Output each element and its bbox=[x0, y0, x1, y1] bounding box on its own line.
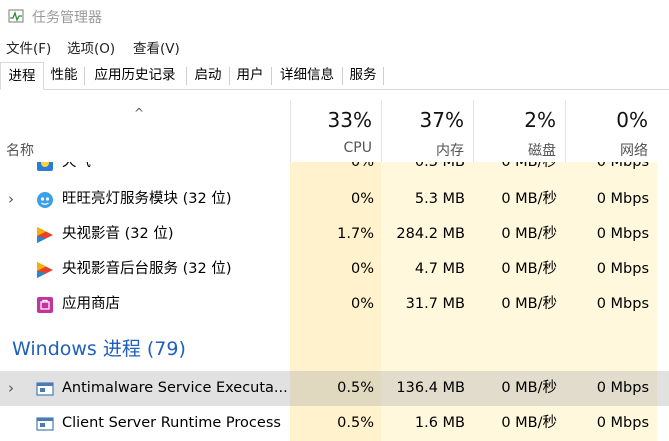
network-total-percent: 0% bbox=[616, 108, 648, 132]
window-title: 任务管理器 bbox=[32, 10, 102, 26]
store-icon bbox=[37, 297, 53, 313]
tab-bar: 进程 性能 应用历史记录 启动 用户 详细信息 服务 bbox=[0, 62, 669, 90]
column-network-header[interactable]: 0% 网络 bbox=[565, 100, 657, 162]
process-row[interactable]: 应用商店 0% 31.7 MB 0 MB/秒 0 Mbps bbox=[0, 287, 669, 322]
process-name: 天气 bbox=[62, 162, 91, 170]
sort-indicator: ^ bbox=[134, 106, 145, 120]
disk-value: 0 MB/秒 bbox=[501, 261, 557, 277]
cpu-value: 0.5% bbox=[337, 380, 374, 396]
disk-value: 0 MB/秒 bbox=[501, 296, 557, 312]
disk-value: 0 MB/秒 bbox=[501, 226, 557, 242]
column-memory-header[interactable]: 37% 内存 bbox=[381, 100, 473, 162]
memory-value: 1.6 MB bbox=[414, 415, 465, 431]
column-cpu-header[interactable]: 33% CPU bbox=[290, 100, 381, 162]
group-label: Windows 进程 (79) bbox=[12, 338, 186, 360]
cpu-value: 0% bbox=[350, 261, 374, 277]
memory-total-percent: 37% bbox=[419, 108, 464, 132]
process-row[interactable]: 央视影音后台服务 (32 位) 0% 4.7 MB 0 MB/秒 0 Mbps bbox=[0, 252, 669, 287]
wangwang-icon bbox=[37, 192, 53, 208]
disk-value: 0 MB/秒 bbox=[501, 191, 557, 207]
tab-details[interactable]: 详细信息 bbox=[272, 62, 342, 89]
memory-value: 284.2 MB bbox=[396, 226, 465, 242]
disk-value: 0 MB/秒 bbox=[501, 380, 557, 396]
memory-value: 5.3 MB bbox=[414, 191, 465, 207]
service-window-icon bbox=[36, 417, 54, 431]
cpu-value: 0% bbox=[350, 296, 374, 312]
process-name: Client Server Runtime Process bbox=[62, 415, 281, 431]
column-name-header[interactable]: 名称 bbox=[6, 140, 34, 160]
process-row[interactable]: Client Server Runtime Process 0.5% 1.6 M… bbox=[0, 406, 669, 441]
cpu-value: 1.7% bbox=[337, 226, 374, 242]
process-name: 央视影音后台服务 (32 位) bbox=[62, 261, 232, 277]
menu-bar: 文件(F) 选项(O) 查看(V) bbox=[0, 36, 669, 58]
cpu-value: 0% bbox=[350, 191, 374, 207]
title-bar: 任务管理器 bbox=[0, 0, 669, 33]
service-window-icon bbox=[36, 382, 54, 396]
cpu-value: 0.5% bbox=[337, 415, 374, 431]
chevron-right-icon[interactable]: › bbox=[8, 182, 14, 217]
memory-value: 0.3 MB bbox=[414, 162, 465, 170]
memory-value: 136.4 MB bbox=[396, 380, 465, 396]
chevron-right-icon[interactable]: › bbox=[8, 371, 14, 406]
tab-users[interactable]: 用户 bbox=[230, 62, 270, 89]
cbox-icon bbox=[36, 226, 54, 244]
process-row[interactable]: 天气 0% 0.3 MB 0 MB/秒 0 Mbps bbox=[0, 162, 669, 180]
tab-startup[interactable]: 启动 bbox=[187, 62, 229, 89]
network-value: 0 Mbps bbox=[596, 380, 649, 396]
network-value: 0 Mbps bbox=[596, 226, 649, 242]
process-name: 央视影音 (32 位) bbox=[62, 226, 174, 242]
tab-processes[interactable]: 进程 bbox=[0, 62, 44, 90]
network-value: 0 Mbps bbox=[596, 162, 649, 170]
tab-app-history[interactable]: 应用历史记录 bbox=[85, 62, 185, 89]
column-header: ^ 名称 33% CPU 37% 内存 2% 磁盘 0% 网络 bbox=[0, 100, 669, 162]
network-value: 0 Mbps bbox=[596, 261, 649, 277]
task-manager-icon bbox=[8, 9, 24, 23]
network-value: 0 Mbps bbox=[596, 296, 649, 312]
process-row[interactable]: › 旺旺亮灯服务模块 (32 位) 0% 5.3 MB 0 MB/秒 0 Mbp… bbox=[0, 182, 669, 217]
group-header[interactable]: Windows 进程 (79) bbox=[0, 330, 669, 370]
column-disk-header[interactable]: 2% 磁盘 bbox=[473, 100, 565, 162]
process-row[interactable]: › Antimalware Service Executa... 0.5% 13… bbox=[0, 371, 669, 406]
disk-value: 0 MB/秒 bbox=[501, 415, 557, 431]
menu-file[interactable]: 文件(F) bbox=[6, 37, 51, 57]
cbox-icon bbox=[36, 261, 54, 279]
process-row[interactable]: 央视影音 (32 位) 1.7% 284.2 MB 0 MB/秒 0 Mbps bbox=[0, 217, 669, 252]
tab-performance[interactable]: 性能 bbox=[44, 62, 84, 89]
cpu-label: CPU bbox=[343, 140, 372, 156]
network-value: 0 Mbps bbox=[596, 415, 649, 431]
process-name: 应用商店 bbox=[62, 296, 120, 312]
menu-view[interactable]: 查看(V) bbox=[133, 37, 180, 57]
cpu-value: 0% bbox=[350, 162, 374, 170]
network-label: 网络 bbox=[620, 143, 648, 159]
menu-options[interactable]: 选项(O) bbox=[67, 37, 115, 57]
memory-label: 内存 bbox=[436, 143, 464, 159]
tab-services[interactable]: 服务 bbox=[343, 62, 383, 89]
weather-icon bbox=[37, 162, 53, 171]
process-list: 天气 0% 0.3 MB 0 MB/秒 0 Mbps › 旺旺亮灯服务模块 (3… bbox=[0, 162, 669, 441]
cpu-total-percent: 33% bbox=[327, 108, 372, 132]
process-name: 旺旺亮灯服务模块 (32 位) bbox=[62, 191, 232, 207]
memory-value: 4.7 MB bbox=[414, 261, 465, 277]
disk-total-percent: 2% bbox=[524, 108, 556, 132]
memory-value: 31.7 MB bbox=[405, 296, 465, 312]
network-value: 0 Mbps bbox=[596, 191, 649, 207]
disk-value: 0 MB/秒 bbox=[501, 162, 557, 170]
process-name: Antimalware Service Executa... bbox=[62, 380, 288, 396]
disk-label: 磁盘 bbox=[528, 143, 556, 159]
